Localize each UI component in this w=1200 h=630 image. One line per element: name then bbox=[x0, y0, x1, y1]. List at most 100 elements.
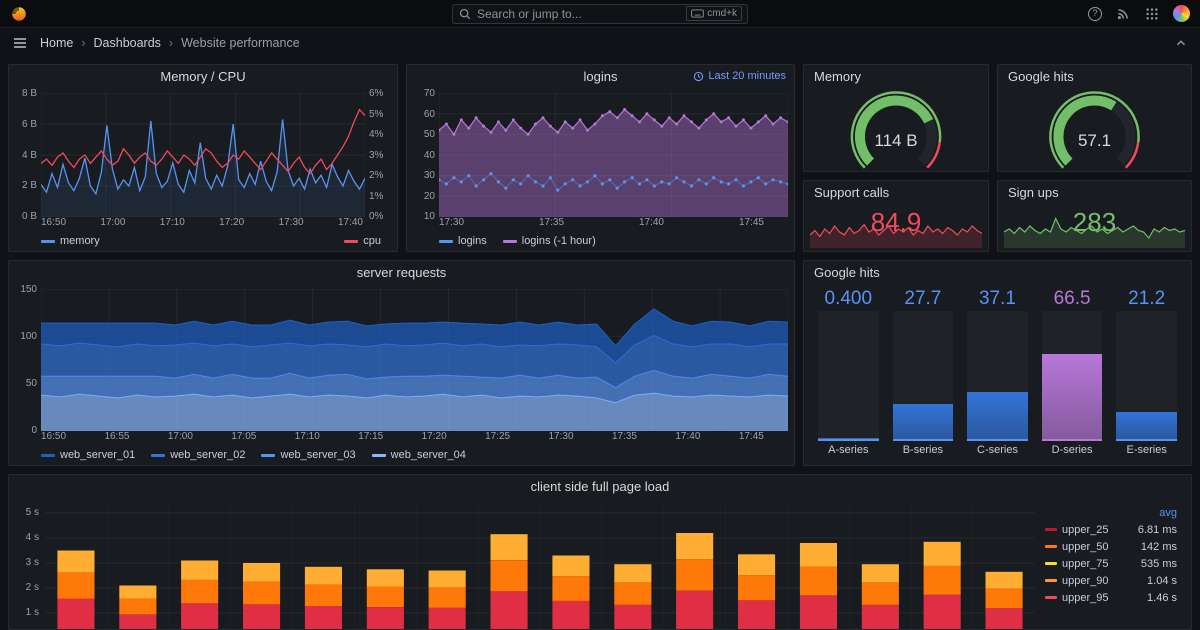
axis-tick-label: 17:40 bbox=[639, 217, 664, 231]
search-input[interactable]: Search or jump to... cmd+k bbox=[452, 4, 748, 24]
legend-item-logins[interactable]: logins bbox=[439, 235, 487, 247]
search-icon bbox=[458, 7, 472, 21]
legend-avg-value: 535 ms bbox=[1141, 558, 1177, 570]
apps-grid-icon[interactable] bbox=[1145, 7, 1159, 21]
axis-tick-label: 5% bbox=[369, 109, 391, 120]
bar bbox=[1116, 412, 1177, 439]
panel-title[interactable]: Support calls bbox=[804, 181, 988, 205]
help-icon[interactable]: ? bbox=[1088, 7, 1102, 21]
user-avatar[interactable] bbox=[1173, 5, 1190, 22]
time-range-link[interactable]: Last 20 minutes bbox=[693, 70, 786, 82]
bar-label: A-series bbox=[818, 441, 879, 459]
axis-tick-label: 20 bbox=[413, 191, 435, 202]
axis-tick-label: 4 B bbox=[15, 150, 37, 161]
chevron-up-icon[interactable] bbox=[1174, 36, 1188, 50]
legend-item-web-server-02[interactable]: web_server_02 bbox=[151, 449, 245, 461]
legend-item-upper_90[interactable]: upper_901.04 s bbox=[1045, 572, 1177, 589]
axis-tick-label: 2 s bbox=[26, 582, 39, 593]
rss-icon[interactable] bbox=[1116, 6, 1131, 21]
logins-plot[interactable] bbox=[439, 93, 788, 217]
axis-tick-label: 17:15 bbox=[358, 431, 383, 445]
axis-tick-label: 16:50 bbox=[41, 217, 66, 231]
keyboard-shortcut-badge: cmd+k bbox=[686, 6, 742, 21]
axis-tick-label: 3 s bbox=[26, 557, 39, 568]
breadcrumb-home[interactable]: Home bbox=[40, 36, 73, 50]
legend-item-logins-1-hour[interactable]: logins (-1 hour) bbox=[503, 235, 596, 247]
legend-column-avg[interactable]: avg bbox=[1045, 505, 1177, 521]
legend: web_server_01 web_server_02 web_server_03 w… bbox=[9, 445, 794, 465]
legend-item-upper_50[interactable]: upper_50142 ms bbox=[1045, 538, 1177, 555]
axis-tick-label: 17:40 bbox=[338, 217, 363, 231]
axis-tick-label: 17:25 bbox=[485, 431, 510, 445]
google-hits-gauge[interactable]: 57.1 bbox=[998, 89, 1191, 171]
logins-chart[interactable]: 70605040302010 bbox=[407, 89, 794, 217]
legend-item-upper_95[interactable]: upper_951.46 s bbox=[1045, 589, 1177, 606]
legend-swatch bbox=[151, 454, 165, 457]
grafana-logo-icon bbox=[10, 5, 28, 23]
axis-tick-label: 16:50 bbox=[41, 431, 66, 445]
axis-tick-label: 6 B bbox=[15, 119, 37, 130]
axis-tick-label: 3% bbox=[369, 150, 391, 161]
legend-swatch bbox=[503, 240, 517, 243]
server-requests-plot[interactable] bbox=[41, 289, 788, 431]
legend-item-web-server-03[interactable]: web_server_03 bbox=[261, 449, 355, 461]
panel-title[interactable]: Google hits bbox=[998, 65, 1191, 89]
time-range-label: Last 20 minutes bbox=[708, 70, 786, 82]
panel-title[interactable]: server requests bbox=[9, 261, 794, 285]
panel-title[interactable]: client side full page load bbox=[9, 475, 1191, 499]
grafana-logo[interactable] bbox=[10, 5, 28, 23]
panel-sign-ups: Sign ups 283 bbox=[997, 180, 1192, 252]
legend-item-web-server-04[interactable]: web_server_04 bbox=[372, 449, 466, 461]
bar-gauge-column-e-series[interactable]: 21.2E-series bbox=[1116, 287, 1177, 459]
panel-title[interactable]: Sign ups bbox=[998, 181, 1191, 205]
x-axis: 16:5016:5517:0017:0517:1017:1517:2017:25… bbox=[41, 431, 764, 445]
axis-tick-label: 17:10 bbox=[160, 217, 185, 231]
axis-tick-label: 17:35 bbox=[612, 431, 637, 445]
gauge-value: 57.1 bbox=[998, 131, 1191, 151]
bar-value: 66.5 bbox=[1042, 287, 1103, 311]
clock-icon bbox=[693, 71, 704, 82]
panel-google-hits-bars: Google hits 0.400A-series27.7B-series37.… bbox=[803, 260, 1192, 466]
legend-swatch bbox=[1045, 562, 1057, 565]
bar bbox=[818, 438, 879, 439]
panel-title[interactable]: Memory / CPU bbox=[9, 65, 397, 89]
axis-tick-label: 0 B bbox=[15, 211, 37, 222]
panel-google-hits-gauge: Google hits 57.1 bbox=[997, 64, 1192, 172]
breadcrumb-bar: Home › Dashboards › Website performance bbox=[0, 28, 1200, 57]
bar-gauge-column-a-series[interactable]: 0.400A-series bbox=[818, 287, 879, 459]
axis-tick-label: 16:55 bbox=[104, 431, 129, 445]
legend-table: avgupper_256.81 msupper_50142 msupper_75… bbox=[1035, 501, 1183, 629]
legend-item-web-server-01[interactable]: web_server_01 bbox=[41, 449, 135, 461]
axis-tick-label: 17:00 bbox=[100, 217, 125, 231]
panel-title[interactable]: Memory bbox=[804, 65, 988, 89]
legend-item-upper_75[interactable]: upper_75535 ms bbox=[1045, 555, 1177, 572]
x-axis: 16:5017:0017:1017:2017:3017:40 bbox=[41, 217, 363, 231]
memory-cpu-chart[interactable]: 8 B6 B4 B2 B0 B 6%5%4%3%2%1%0% bbox=[9, 89, 397, 217]
bar-gauge-column-b-series[interactable]: 27.7B-series bbox=[893, 287, 954, 459]
axis-tick-label: 17:00 bbox=[168, 431, 193, 445]
legend-avg-value: 1.46 s bbox=[1147, 592, 1177, 604]
legend-swatch bbox=[1045, 545, 1057, 548]
memory-cpu-plot[interactable] bbox=[41, 93, 365, 217]
panel-logins: logins Last 20 minutes 70605040302010 17… bbox=[406, 64, 795, 252]
legend-item-memory[interactable]: memory bbox=[41, 235, 100, 247]
bar-gauge[interactable]: 0.400A-series27.7B-series37.1C-series66.… bbox=[804, 285, 1191, 465]
legend-swatch bbox=[372, 454, 386, 457]
axis-tick-label: 2 B bbox=[15, 180, 37, 191]
legend-item-cpu[interactable]: cpu bbox=[344, 235, 381, 247]
client-load-plot[interactable] bbox=[45, 501, 1035, 629]
breadcrumb-dashboards[interactable]: Dashboards bbox=[94, 36, 161, 50]
support-calls-stat[interactable]: 84.9 bbox=[804, 205, 988, 251]
bar bbox=[967, 392, 1028, 439]
bar-gauge-column-c-series[interactable]: 37.1C-series bbox=[967, 287, 1028, 459]
bar-gauge-column-d-series[interactable]: 66.5D-series bbox=[1042, 287, 1103, 459]
legend-item-upper_25[interactable]: upper_256.81 ms bbox=[1045, 521, 1177, 538]
axis-tick-label: 17:45 bbox=[739, 431, 764, 445]
axis-tick-label: 60 bbox=[413, 109, 435, 120]
legend-swatch bbox=[1045, 596, 1057, 599]
panel-title[interactable]: Google hits bbox=[804, 261, 1191, 285]
memory-gauge[interactable]: 114 B bbox=[804, 89, 988, 171]
sign-ups-stat[interactable]: 283 bbox=[998, 205, 1191, 251]
server-requests-chart[interactable]: 150100500 bbox=[9, 285, 794, 431]
menu-icon[interactable] bbox=[12, 35, 28, 51]
